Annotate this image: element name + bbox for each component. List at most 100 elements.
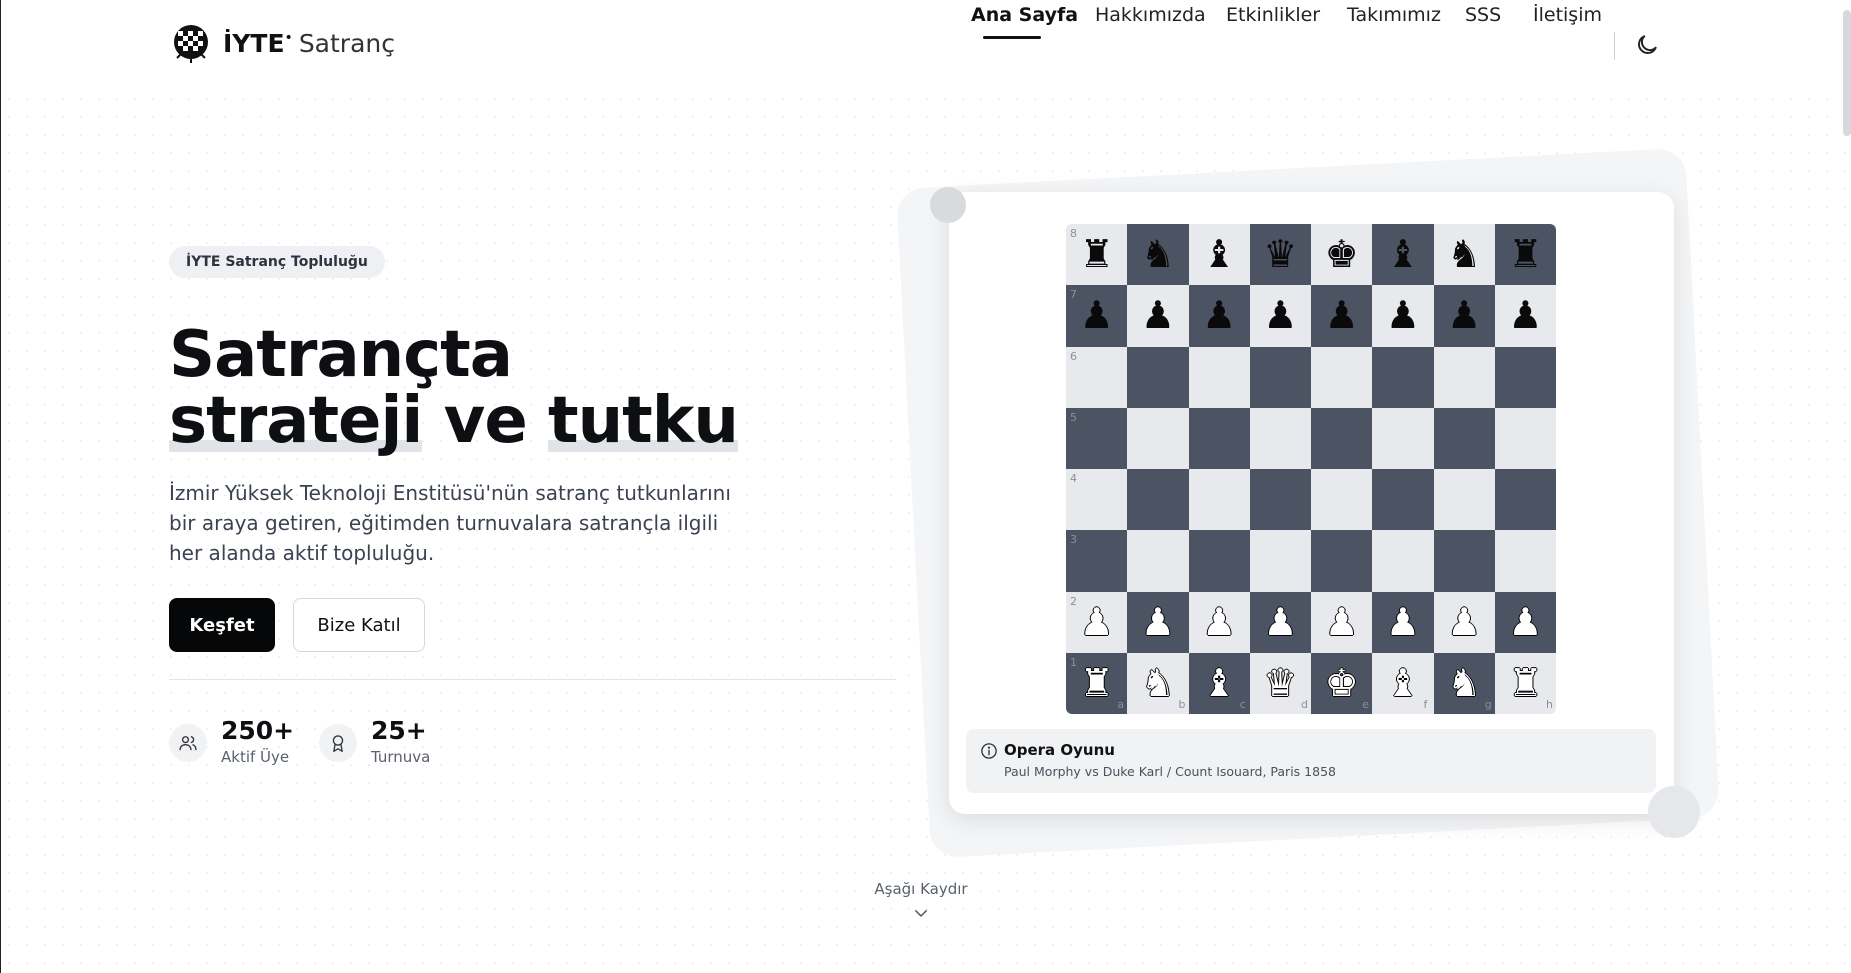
hero-title-highlight-strategy: strateji xyxy=(169,384,423,458)
rank-label: 2 xyxy=(1070,594,1077,608)
square-d4[interactable] xyxy=(1249,469,1311,531)
moon-icon[interactable] xyxy=(1634,32,1660,58)
white-pawn-icon[interactable]: ♟ xyxy=(1434,592,1495,653)
chess-logo-icon xyxy=(174,25,208,63)
white-pawn-icon[interactable]: ♟ xyxy=(1127,592,1188,653)
black-pawn-icon[interactable]: ♟ xyxy=(1250,285,1311,346)
chess-board[interactable]: ♜ ♞ ♝ ♛ ♚ ♝ ♞ ♜ 8 ♟ ♟ ♟ ♟ ♟ ♟ ♟ ♟ 7 6 5 4 3 ♟ ♟ ♟ ♟ ♟ ♟ ♟ ♟ 2 ♜ ♞ ♝ ♛ ♚ ♝ ♞ ♜ 1… xyxy=(1066,224,1556,714)
nav-active-indicator xyxy=(983,36,1041,39)
square-h3[interactable] xyxy=(1494,530,1556,592)
game-info-box: Opera Oyunu Paul Morphy vs Duke Karl / C… xyxy=(966,729,1656,793)
square-f5[interactable] xyxy=(1372,407,1434,469)
square-h4[interactable] xyxy=(1494,469,1556,531)
square-g3[interactable] xyxy=(1433,530,1495,592)
users-icon xyxy=(169,724,207,762)
info-icon xyxy=(981,743,997,759)
black-knight-icon[interactable]: ♞ xyxy=(1434,224,1495,285)
square-e6[interactable] xyxy=(1311,346,1373,408)
site-header: İYTE• Satranç Ana Sayfa Hakkımızda Etkinl… xyxy=(1,0,1851,90)
stat-members-value: 250+ xyxy=(221,716,295,745)
game-subtitle: Paul Morphy vs Duke Karl / Count Isouard… xyxy=(1004,764,1336,779)
nav-divider xyxy=(1614,32,1615,60)
white-pawn-icon[interactable]: ♟ xyxy=(1189,592,1250,653)
file-label: c xyxy=(1239,698,1246,711)
black-queen-icon[interactable]: ♛ xyxy=(1250,224,1311,285)
black-pawn-icon[interactable]: ♟ xyxy=(1127,285,1188,346)
rank-label: 4 xyxy=(1070,472,1077,485)
square-h6[interactable] xyxy=(1494,346,1556,408)
hero-title-highlight-passion: tutku xyxy=(548,384,739,458)
black-king-icon[interactable]: ♚ xyxy=(1311,224,1372,285)
white-pawn-icon[interactable]: ♟ xyxy=(1495,592,1556,653)
black-rook-icon[interactable]: ♜ xyxy=(1495,224,1556,285)
black-bishop-icon[interactable]: ♝ xyxy=(1189,224,1250,285)
white-pawn-icon[interactable]: ♟ xyxy=(1311,592,1372,653)
black-bishop-icon[interactable]: ♝ xyxy=(1372,224,1433,285)
game-title: Opera Oyunu xyxy=(1004,741,1115,759)
black-pawn-icon[interactable]: ♟ xyxy=(1372,285,1433,346)
stat-members-label: Aktif Üye xyxy=(221,748,290,766)
hero-description: İzmir Yüksek Teknoloji Enstitüsü'nün sat… xyxy=(169,481,731,565)
square-e4[interactable] xyxy=(1311,469,1373,531)
square-g5[interactable] xyxy=(1433,407,1495,469)
brand-logo[interactable]: İYTE• Satranç xyxy=(169,22,395,66)
hero-divider xyxy=(169,679,896,680)
file-label: e xyxy=(1362,698,1370,711)
nav-item-contact[interactable]: İletişim xyxy=(1533,0,1602,30)
square-g6[interactable] xyxy=(1433,346,1495,408)
chevron-down-icon xyxy=(915,910,927,917)
stat-tournaments-value: 25+ xyxy=(371,716,427,745)
square-d6[interactable] xyxy=(1249,346,1311,408)
rank-label: 3 xyxy=(1070,533,1077,547)
black-pawn-icon[interactable]: ♟ xyxy=(1189,285,1250,346)
brand-dot: • xyxy=(284,30,293,46)
square-b4[interactable] xyxy=(1127,469,1189,531)
stat-tournaments-label: Turnuva xyxy=(371,748,431,766)
square-f3[interactable] xyxy=(1372,530,1434,592)
white-pawn-icon[interactable]: ♟ xyxy=(1250,592,1311,653)
file-label: d xyxy=(1301,698,1308,711)
square-c5[interactable] xyxy=(1188,407,1250,469)
hero-title: Satrançta strateji ve tutku xyxy=(169,318,739,458)
black-pawn-icon[interactable]: ♟ xyxy=(1311,285,1372,346)
scrollbar-thumb[interactable] xyxy=(1843,10,1851,136)
scroll-down-hint[interactable]: Aşağı Kaydır xyxy=(861,880,981,922)
stat-members: 250+ Aktif Üye xyxy=(169,716,294,768)
square-c3[interactable] xyxy=(1188,530,1250,592)
stat-members-text: 250+ Aktif Üye xyxy=(221,716,294,768)
square-g4[interactable] xyxy=(1433,469,1495,531)
square-f6[interactable] xyxy=(1372,346,1434,408)
nav-item-events[interactable]: Etkinlikler xyxy=(1226,0,1320,30)
file-label: h xyxy=(1546,698,1553,711)
explore-button[interactable]: Keşfet xyxy=(169,598,275,652)
black-knight-icon[interactable]: ♞ xyxy=(1127,224,1188,285)
square-d5[interactable] xyxy=(1249,407,1311,469)
nav-item-home[interactable]: Ana Sayfa xyxy=(971,0,1078,30)
square-b6[interactable] xyxy=(1127,346,1189,408)
rank-label: 6 xyxy=(1070,349,1077,363)
square-c6[interactable] xyxy=(1188,346,1250,408)
file-label: g xyxy=(1484,698,1492,711)
square-b5[interactable] xyxy=(1127,407,1189,469)
brand-name-suffix: Satranç xyxy=(298,29,395,58)
square-c4[interactable] xyxy=(1188,469,1250,531)
white-pawn-icon[interactable]: ♟ xyxy=(1372,592,1433,653)
join-us-button[interactable]: Bize Katıl xyxy=(293,598,425,652)
hero-title-line1: Satrançta xyxy=(169,318,513,392)
square-e5[interactable] xyxy=(1311,407,1373,469)
file-label: a xyxy=(1117,698,1124,711)
black-pawn-icon[interactable]: ♟ xyxy=(1434,285,1495,346)
square-h5[interactable] xyxy=(1494,407,1556,469)
square-e3[interactable] xyxy=(1311,530,1373,592)
square-b3[interactable] xyxy=(1127,530,1189,592)
stat-tournaments-text: 25+ Turnuva xyxy=(371,716,430,768)
nav-item-team[interactable]: Takımımız xyxy=(1347,0,1441,30)
square-d3[interactable] xyxy=(1249,530,1311,592)
nav-item-about[interactable]: Hakkımızda xyxy=(1095,0,1206,30)
file-label: f xyxy=(1423,698,1428,711)
rank-label: 5 xyxy=(1070,410,1077,424)
black-pawn-icon[interactable]: ♟ xyxy=(1495,285,1556,346)
decorative-circle-bottom xyxy=(1648,786,1700,838)
nav-item-faq[interactable]: SSS xyxy=(1465,0,1501,30)
square-f4[interactable] xyxy=(1372,469,1434,531)
